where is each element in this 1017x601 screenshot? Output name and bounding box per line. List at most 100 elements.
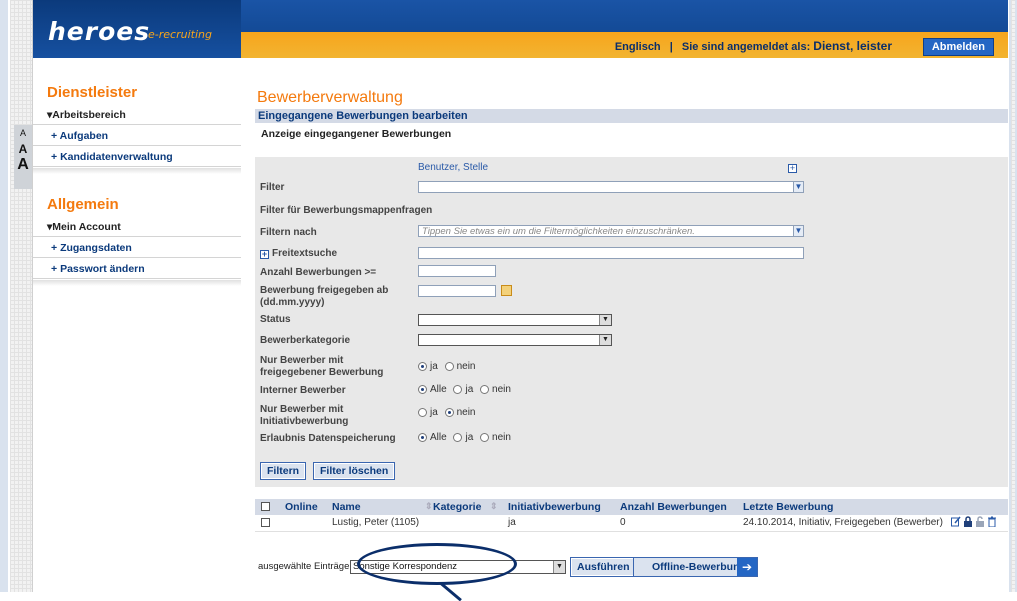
sidebar-item-passwort-aendern[interactable]: Passwort ändern [33,259,241,279]
row-checkbox[interactable] [261,518,270,527]
page-title: Bewerberverwaltung [257,89,403,106]
filter-button[interactable]: Filtern [260,462,307,480]
num-applications-input[interactable] [418,265,496,277]
logout-button[interactable]: Abmelden [922,38,994,56]
chevron-down-icon[interactable]: ▼ [599,335,611,345]
radio-label: Alle [430,432,447,443]
col-kategorie[interactable]: Kategorie [433,501,481,513]
clear-filter-button[interactable]: Filter löschen [313,462,396,480]
col-letzte-bewerbung[interactable]: Letzte Bewerbung [743,501,833,513]
radio-alle[interactable] [418,385,427,394]
label-only-initiative: Nur Bewerber mit Initiativbewerbung [260,404,349,427]
chevron-down-icon[interactable]: ▼ [793,181,804,193]
sidebar-section-title: Dienstleister [47,84,138,101]
sidebar: Dienstleister Arbeitsbereich Aufgaben Ka… [33,58,241,592]
filter-input[interactable]: ▼ [418,181,804,193]
cell-name[interactable]: Lustig, Peter (1105) [332,517,419,528]
filter-by-placeholder: Tippen Sie etwas ein um die Filtermöglic… [422,226,695,237]
label-category: Bewerberkategorie [260,335,351,346]
table-row[interactable]: Lustig, Peter (1105) ja 0 24.10.2014, In… [255,515,1008,532]
sidebar-item-aufgaben[interactable]: Aufgaben [33,126,241,146]
sidebar-group-arbeitsbereich[interactable]: Arbeitsbereich [33,105,241,125]
logo-area[interactable]: heroes e-recruiting [33,0,241,58]
chevron-down-icon[interactable]: ▼ [553,561,565,573]
expand-icon[interactable]: + [260,250,269,259]
sort-icon[interactable]: ⇕ [490,501,498,512]
lock-icon[interactable] [963,516,973,527]
sidebar-shadow [33,168,241,174]
radio-nein[interactable] [444,362,454,371]
radio-label: Alle [430,384,447,395]
font-size-control: A A A [14,125,32,189]
logged-in-label: Sie sind angemeldet als: [681,41,811,53]
offline-application-button[interactable]: Offline-Bewerbung ➔ [633,557,758,577]
label-status: Status [260,314,291,325]
label-internal: Interner Bewerber [260,385,346,396]
sidebar-group-mein-account[interactable]: Mein Account [33,217,241,237]
sidebar-section-title-2: Allgemein [47,196,119,213]
cell-initiativ: ja [508,517,516,528]
radio-ja[interactable] [453,433,463,442]
right-pattern-strip [1011,0,1015,592]
separator: | [669,41,673,53]
select-all-checkbox[interactable] [261,502,270,511]
radio-label: ja [430,407,438,418]
col-name[interactable]: Name [332,501,361,513]
filter-by-input[interactable]: Tippen Sie etwas ein um die Filtermöglic… [418,225,804,237]
sidebar-item-zugangsdaten[interactable]: Zugangsdaten [33,238,241,258]
trash-icon[interactable] [987,516,997,527]
released-from-input[interactable] [418,285,496,297]
status-select[interactable]: ▼ [418,314,612,326]
logged-in-user: Dienst, leister [813,39,892,53]
chevron-down-icon[interactable]: ▼ [599,315,611,325]
filter-header-value[interactable]: Benutzer, Stelle [418,162,488,173]
language-link[interactable]: Englisch [615,41,661,53]
label-num-applications: Anzahl Bewerbungen >= [260,267,377,278]
table-header: Online Name ⇕ Kategorie ⇕ Initiativbewer… [255,499,1008,515]
user-bar-text: Englisch | Sie sind angemeldet als: Dien… [615,39,892,53]
radio-ja[interactable] [418,362,427,371]
font-size-large[interactable]: A [14,157,32,173]
radio-nein[interactable] [480,433,490,442]
logo: heroes [48,17,151,46]
unlock-icon[interactable] [975,516,985,527]
category-select[interactable]: ▼ [418,334,612,346]
radio-alle[interactable] [418,433,427,442]
font-size-small[interactable]: A [14,125,32,141]
edit-icon[interactable] [951,516,961,527]
col-initiativbewerbung[interactable]: Initiativbewerbung [508,501,601,513]
arrow-right-icon: ➔ [737,558,757,576]
user-bar: Englisch | Sie sind angemeldet als: Dien… [241,32,1008,58]
radio-label: ja [465,432,474,443]
radio-group-internal: Alle ja nein [418,384,515,395]
radio-group-data-storage: Alle ja nein [418,432,515,443]
free-text-input[interactable] [418,247,804,259]
radio-group-only-initiative: ja nein [418,407,479,418]
col-online[interactable]: Online [285,501,318,513]
sidebar-shadow-2 [33,280,241,286]
sidebar-item-kandidatenverwaltung[interactable]: Kandidatenverwaltung [33,147,241,167]
logo-subtitle: e-recruiting [148,28,212,41]
radio-ja[interactable] [418,408,427,417]
chevron-down-icon[interactable]: ▼ [793,225,804,237]
label-application-folder-questions: Filter für Bewerbungsmappenfragen [260,205,433,216]
execute-button[interactable]: Ausführen [570,557,637,577]
cell-anzahl: 0 [620,517,626,528]
highlight-circle [357,543,517,585]
font-size-medium[interactable]: A [14,141,32,157]
radio-group-only-released: ja nein [418,361,479,372]
header: heroes e-recruiting Englisch | Sie sind … [33,0,1008,58]
radio-ja[interactable] [453,385,463,394]
sort-icon[interactable]: ⇕ [425,501,433,512]
radio-nein[interactable] [444,408,454,417]
add-filter-icon[interactable]: + [788,164,797,173]
filter-panel: Benutzer, Stelle + Filter ▼ Filter für B… [255,157,1008,487]
col-anzahl-bewerbungen[interactable]: Anzahl Bewerbungen [620,501,727,513]
calendar-icon[interactable] [501,285,512,296]
header-top-band [241,0,1008,32]
radio-label: nein [492,384,511,395]
radio-nein[interactable] [480,385,490,394]
left-pattern-strip [10,0,32,592]
radio-label: nein [492,432,511,443]
cell-letzte: 24.10.2014, Initiativ, Freigegeben (Bewe… [743,517,943,528]
